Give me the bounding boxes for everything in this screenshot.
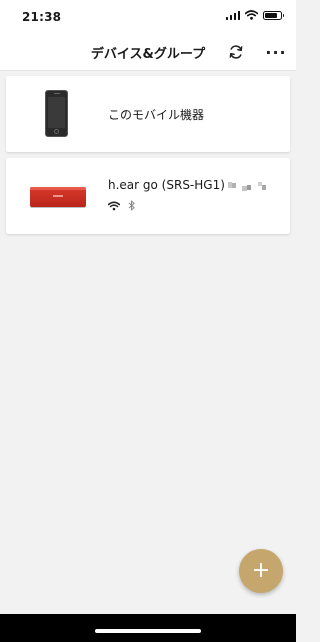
device-card-speaker[interactable]: h.ear go (SRS-HG1)	[6, 158, 290, 234]
nav-bar: デバイス&グループ ···	[0, 34, 296, 71]
connection-icons	[108, 200, 135, 211]
home-indicator[interactable]	[95, 629, 201, 633]
status-bar: 21:38	[0, 0, 296, 34]
add-device-button[interactable]: +	[239, 549, 283, 593]
battery-icon	[263, 10, 284, 20]
status-icons	[225, 10, 284, 20]
redacted-info	[228, 182, 272, 192]
device-card-mobile[interactable]: このモバイル機器	[6, 76, 290, 152]
more-options-button[interactable]: ···	[264, 40, 288, 64]
cellular-signal-icon	[225, 10, 240, 20]
page-title: デバイス&グループ	[90, 47, 206, 62]
refresh-icon	[229, 45, 243, 59]
speaker-icon	[30, 187, 86, 207]
device-name: h.ear go (SRS-HG1)	[108, 178, 225, 192]
home-bar	[0, 614, 296, 642]
device-name: このモバイル機器	[108, 108, 205, 122]
refresh-button[interactable]	[224, 40, 248, 64]
smartphone-icon	[45, 90, 68, 137]
status-time: 21:38	[22, 10, 62, 24]
wifi-icon	[245, 10, 258, 20]
bluetooth-icon	[128, 200, 135, 211]
wifi-icon	[108, 201, 120, 210]
